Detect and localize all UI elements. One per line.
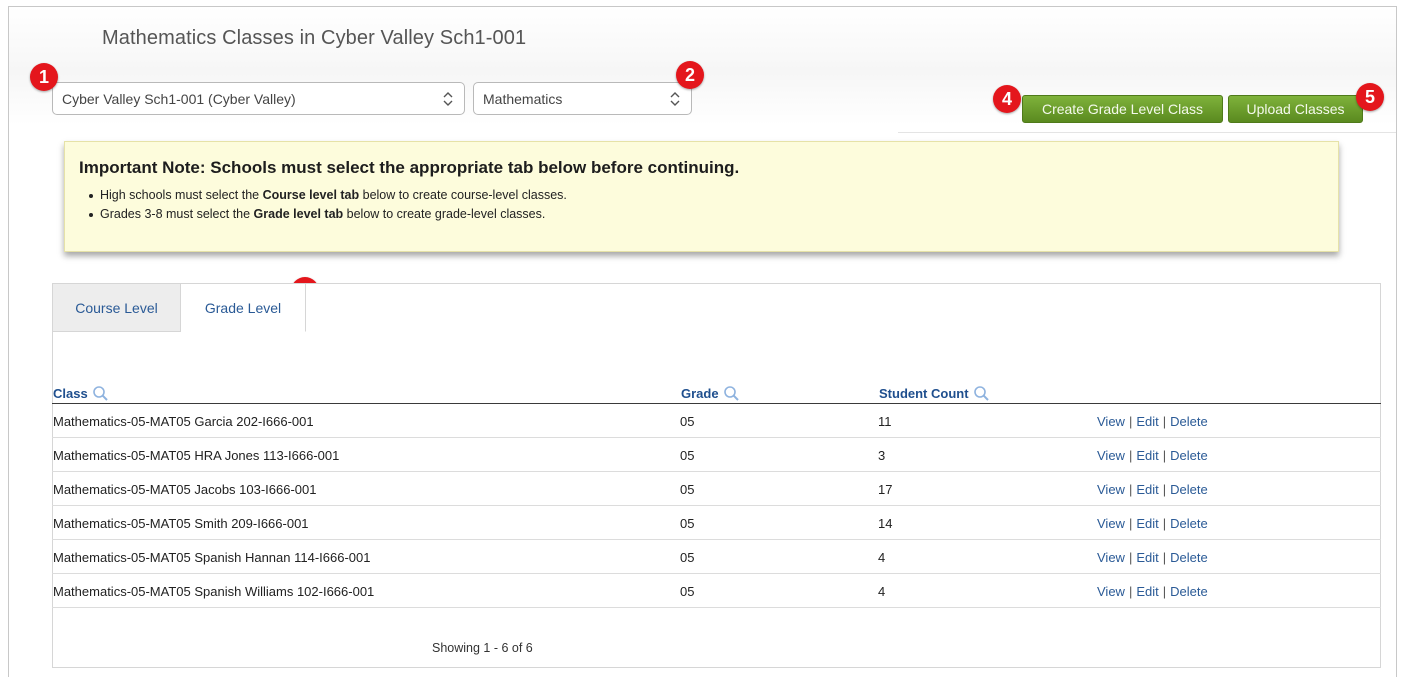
view-link[interactable]: View xyxy=(1097,516,1125,531)
class-cell: Mathematics-05-MAT05 Smith 209-I666-001 xyxy=(53,516,309,531)
student-count-cell: 3 xyxy=(878,448,886,463)
delete-link[interactable]: Delete xyxy=(1170,584,1208,599)
student-count-cell: 4 xyxy=(878,584,886,599)
header-divider xyxy=(898,132,1396,133)
row-actions: View | Edit | Delete xyxy=(1097,482,1208,497)
table-row: Mathematics-05-MAT05 Garcia 202-I666-001… xyxy=(52,404,1381,438)
delete-link[interactable]: Delete xyxy=(1170,482,1208,497)
edit-link[interactable]: Edit xyxy=(1136,448,1158,463)
search-icon[interactable] xyxy=(973,385,990,402)
create-grade-level-class-button[interactable]: Create Grade Level Class xyxy=(1022,95,1223,123)
note-list: High schools must select the Course leve… xyxy=(79,188,1338,221)
column-header-student-count[interactable]: Student Count xyxy=(879,385,990,402)
grade-cell: 05 xyxy=(680,550,695,565)
view-link[interactable]: View xyxy=(1097,448,1125,463)
upload-classes-button[interactable]: Upload Classes xyxy=(1228,95,1363,123)
edit-link[interactable]: Edit xyxy=(1136,584,1158,599)
delete-link[interactable]: Delete xyxy=(1170,448,1208,463)
column-header-class[interactable]: Class xyxy=(53,385,109,402)
row-actions: View | Edit | Delete xyxy=(1097,516,1208,531)
class-cell: Mathematics-05-MAT05 Garcia 202-I666-001 xyxy=(53,414,314,429)
delete-link[interactable]: Delete xyxy=(1170,550,1208,565)
view-link[interactable]: View xyxy=(1097,414,1125,429)
callout-badge: 4 xyxy=(993,85,1021,113)
row-actions: View | Edit | Delete xyxy=(1097,584,1208,599)
note-item: Grades 3-8 must select the Grade level t… xyxy=(79,207,1338,221)
class-cell: Mathematics-05-MAT05 HRA Jones 113-I666-… xyxy=(53,448,340,463)
search-icon[interactable] xyxy=(723,385,740,402)
subject-select-value: Mathematics xyxy=(483,90,563,107)
note-item: High schools must select the Course leve… xyxy=(79,188,1338,202)
class-cell: Mathematics-05-MAT05 Spanish Williams 10… xyxy=(53,584,375,599)
row-actions: View | Edit | Delete xyxy=(1097,550,1208,565)
select-caret-icon xyxy=(670,92,680,106)
search-icon[interactable] xyxy=(92,385,109,402)
school-select[interactable]: Cyber Valley Sch1-001 (Cyber Valley) xyxy=(52,82,465,115)
grade-cell: 05 xyxy=(680,516,695,531)
student-count-cell: 4 xyxy=(878,550,886,565)
grade-cell: 05 xyxy=(680,584,695,599)
grade-cell: 05 xyxy=(680,414,695,429)
student-count-cell: 17 xyxy=(878,482,893,497)
table-row: Mathematics-05-MAT05 Spanish Hannan 114-… xyxy=(52,540,1381,574)
table-row: Mathematics-05-MAT05 Smith 209-I666-001 … xyxy=(52,506,1381,540)
column-header-grade[interactable]: Grade xyxy=(681,385,740,402)
tab-course-level[interactable]: Course Level xyxy=(53,284,181,332)
important-note: Important Note: Schools must select the … xyxy=(64,141,1339,252)
class-cell: Mathematics-05-MAT05 Jacobs 103-I666-001 xyxy=(53,482,317,497)
subject-select[interactable]: Mathematics xyxy=(473,82,692,115)
delete-link[interactable]: Delete xyxy=(1170,516,1208,531)
callout-badge: 1 xyxy=(30,63,58,91)
table-row: Mathematics-05-MAT05 HRA Jones 113-I666-… xyxy=(52,438,1381,472)
edit-link[interactable]: Edit xyxy=(1136,550,1158,565)
view-link[interactable]: View xyxy=(1097,550,1125,565)
student-count-cell: 11 xyxy=(878,414,892,429)
edit-link[interactable]: Edit xyxy=(1136,482,1158,497)
edit-link[interactable]: Edit xyxy=(1136,516,1158,531)
school-select-value: Cyber Valley Sch1-001 (Cyber Valley) xyxy=(62,90,296,107)
row-actions: View | Edit | Delete xyxy=(1097,448,1208,463)
class-cell: Mathematics-05-MAT05 Spanish Hannan 114-… xyxy=(53,550,371,565)
callout-badge: 2 xyxy=(676,61,704,89)
table-row: Mathematics-05-MAT05 Spanish Williams 10… xyxy=(52,574,1381,608)
grade-cell: 05 xyxy=(680,448,695,463)
note-title: Important Note: Schools must select the … xyxy=(79,158,740,177)
callout-badge: 5 xyxy=(1356,83,1384,111)
page-title: Mathematics Classes in Cyber Valley Sch1… xyxy=(102,27,527,49)
row-actions: View | Edit | Delete xyxy=(1097,414,1208,429)
select-caret-icon xyxy=(443,92,453,106)
table-row: Mathematics-05-MAT05 Jacobs 103-I666-001… xyxy=(52,472,1381,506)
delete-link[interactable]: Delete xyxy=(1170,414,1208,429)
grade-cell: 05 xyxy=(680,482,695,497)
pagination-status: Showing 1 - 6 of 6 xyxy=(432,641,533,655)
view-link[interactable]: View xyxy=(1097,482,1125,497)
edit-link[interactable]: Edit xyxy=(1136,414,1158,429)
view-link[interactable]: View xyxy=(1097,584,1125,599)
tab-grade-level[interactable]: Grade Level xyxy=(181,284,306,332)
student-count-cell: 14 xyxy=(878,516,893,531)
